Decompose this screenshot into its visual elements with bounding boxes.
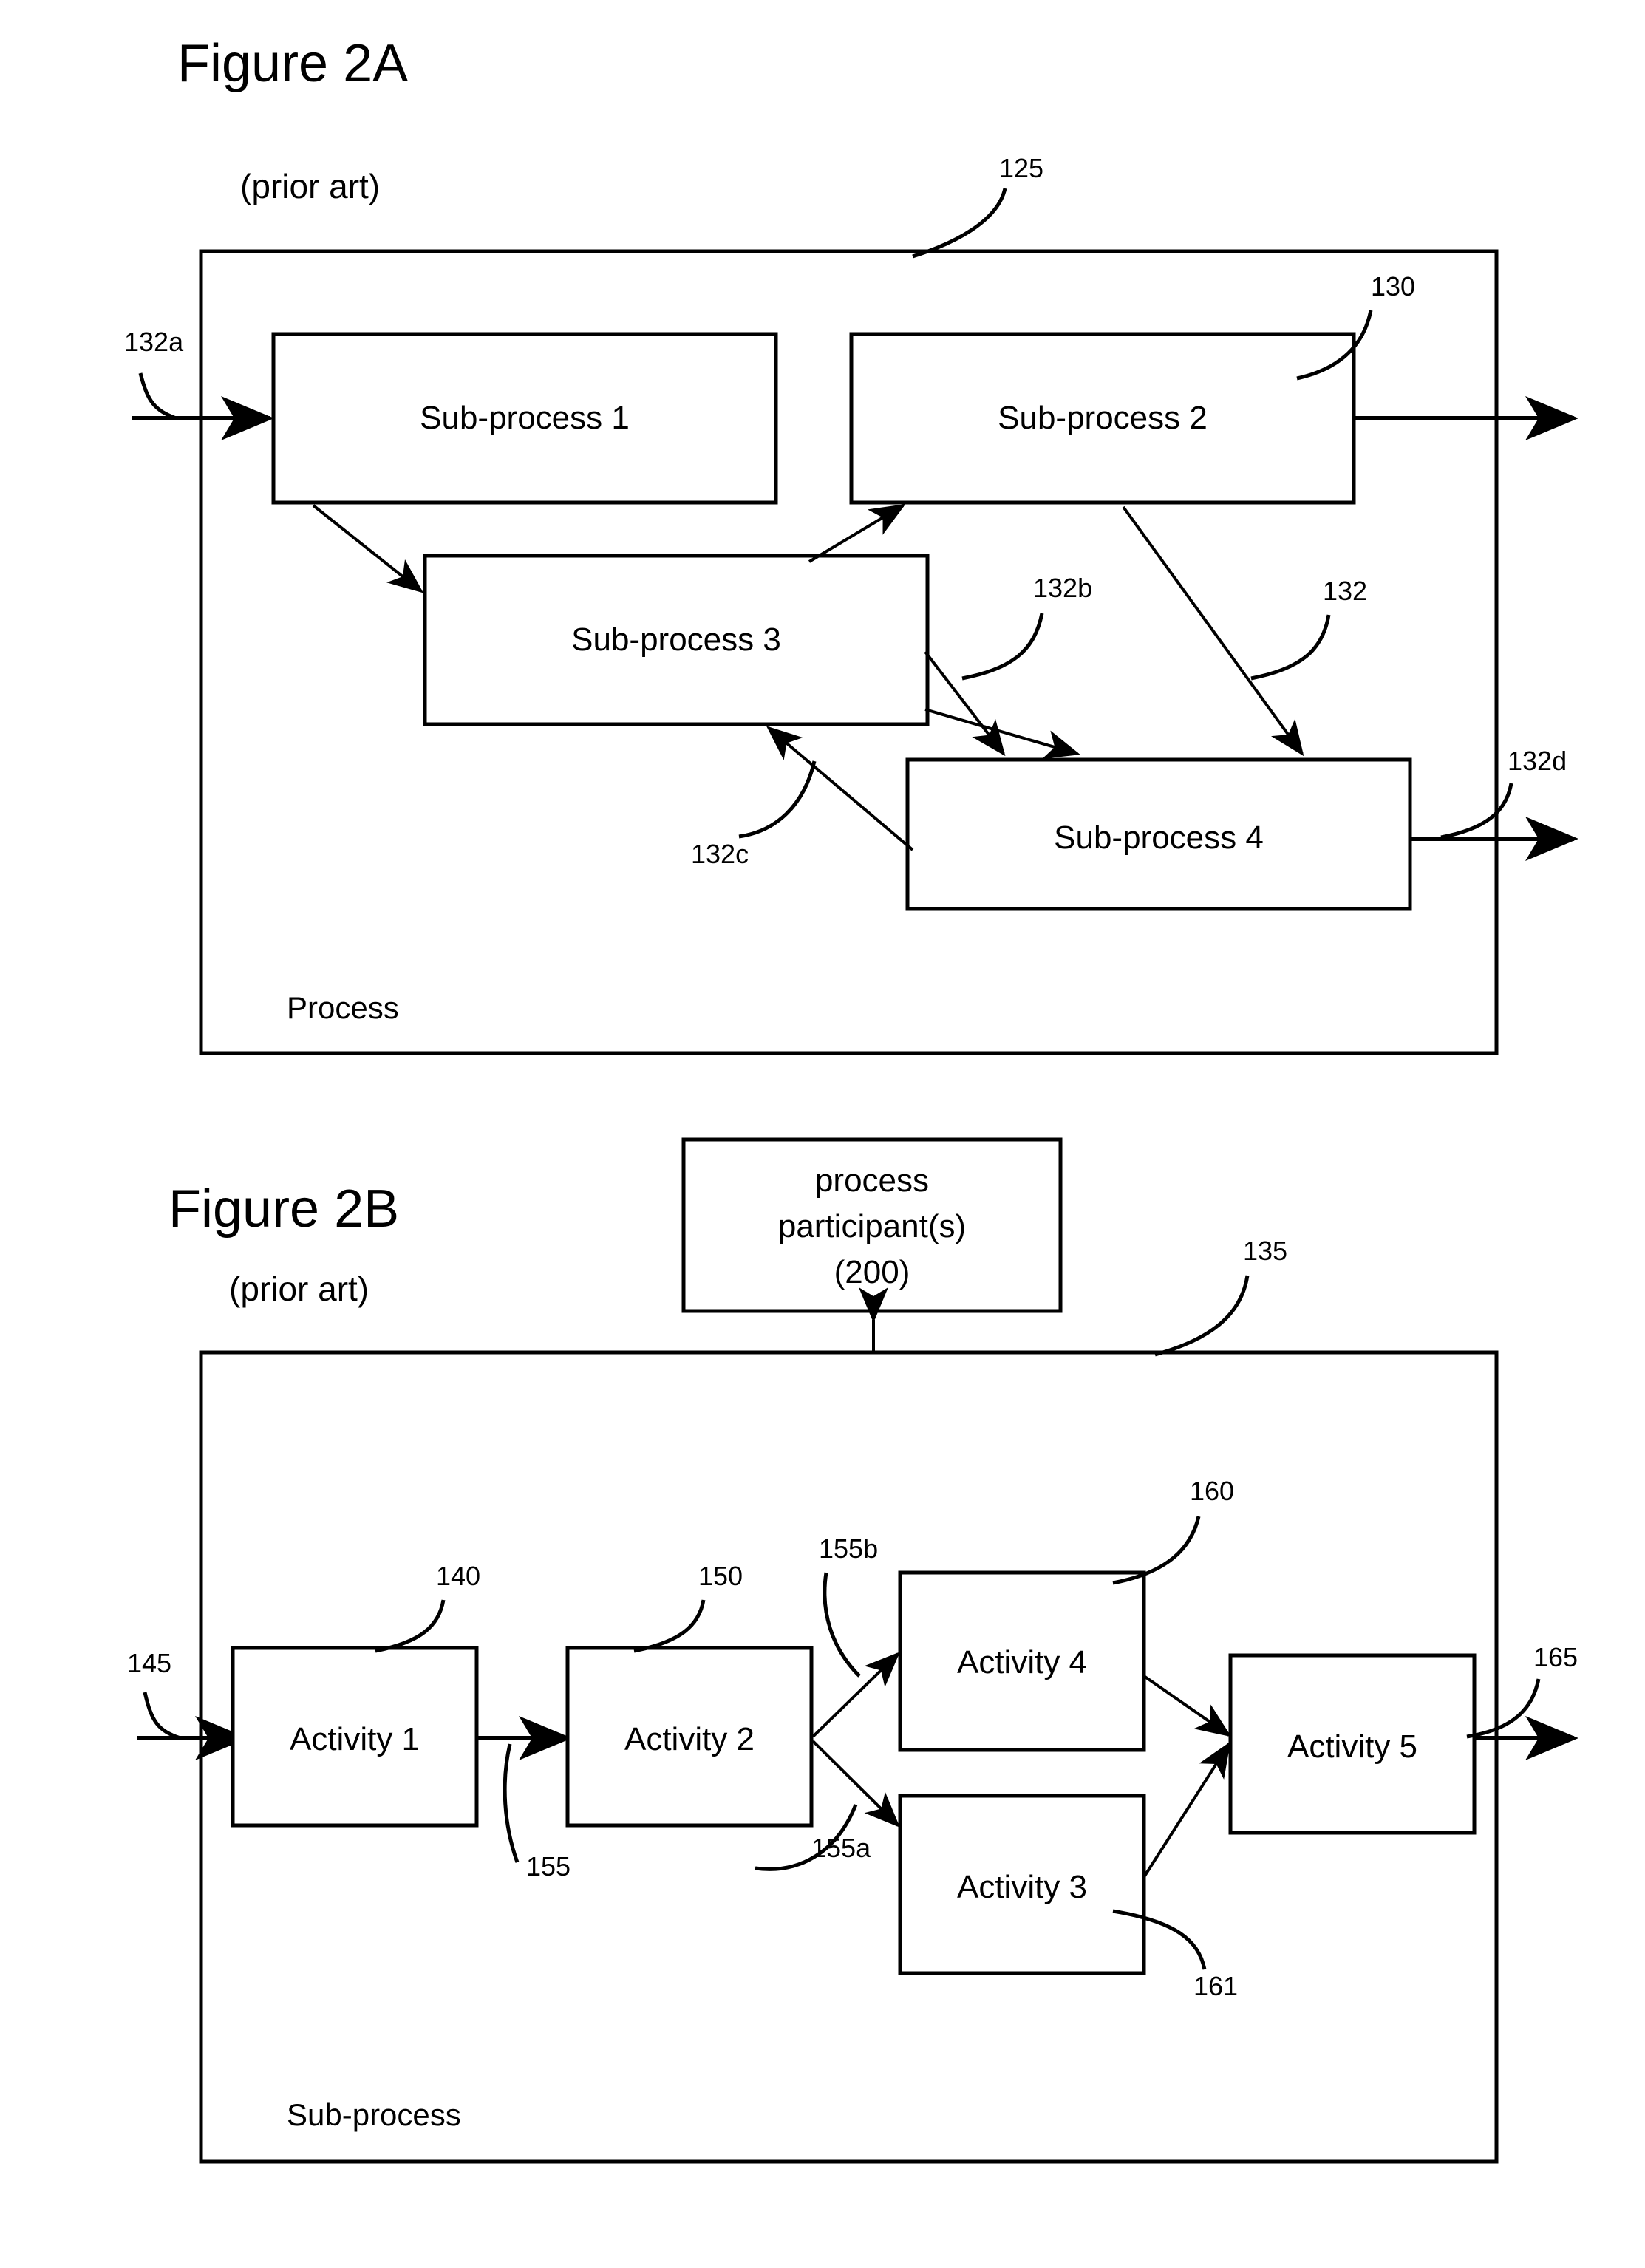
- activity-4-label: Activity 4: [957, 1644, 1087, 1680]
- ref-165-label: 165: [1533, 1642, 1578, 1672]
- ref-145-leader: [143, 1692, 181, 1740]
- ref-132-label: 132: [1323, 576, 1367, 606]
- participants-line-2: participant(s): [778, 1208, 966, 1244]
- figure-2b-group: Figure 2B (prior art) process participan…: [127, 1137, 1578, 2164]
- ref-145-label: 145: [127, 1648, 171, 1678]
- figure-2b-subtitle: (prior art): [229, 1270, 369, 1308]
- ref-161-label: 161: [1193, 1971, 1238, 2001]
- figure-2a-subtitle: (prior art): [240, 167, 380, 205]
- ref-132b-label: 132b: [1033, 573, 1092, 603]
- ref-132c-label: 132c: [691, 839, 749, 869]
- activity-5-label: Activity 5: [1287, 1729, 1417, 1765]
- ref-155-label: 155: [526, 1851, 571, 1882]
- activity-2-label: Activity 2: [624, 1721, 755, 1757]
- figure-2a-title: Figure 2A: [177, 34, 408, 93]
- sub-process-container-label: Sub-process: [287, 2097, 461, 2132]
- activity-3-label: Activity 3: [957, 1869, 1087, 1905]
- ref-130-label: 130: [1371, 271, 1415, 302]
- ref-132d-label: 132d: [1508, 746, 1567, 776]
- process-container-label: Process: [287, 990, 399, 1025]
- sub-process-4-label: Sub-process 4: [1054, 820, 1264, 856]
- ref-135-label: 135: [1243, 1236, 1287, 1266]
- ref-160-label: 160: [1190, 1476, 1234, 1506]
- participants-line-1: process: [815, 1162, 929, 1199]
- ref-125-leader: [912, 188, 1007, 259]
- ref-150-label: 150: [698, 1561, 743, 1591]
- patent-figure-sheet: Figure 2A (prior art) 125 132a Sub-proce…: [0, 0, 1645, 2268]
- ref-125-label: 125: [999, 153, 1043, 183]
- ref-132a-label: 132a: [124, 327, 184, 357]
- ref-155b-label: 155b: [819, 1533, 878, 1564]
- ref-140-label: 140: [436, 1561, 480, 1591]
- ref-132a-leader: [138, 372, 177, 420]
- activity-1-label: Activity 1: [290, 1721, 420, 1757]
- ref-135-leader: [1154, 1275, 1250, 1357]
- figure-2b-title: Figure 2B: [168, 1179, 399, 1239]
- sub-process-3-label: Sub-process 3: [571, 622, 781, 658]
- sub-process-2-label: Sub-process 2: [998, 400, 1208, 436]
- figure-2a-group: Figure 2A (prior art) 125 132a Sub-proce…: [124, 34, 1578, 1055]
- ref-155a-label: 155a: [811, 1833, 871, 1863]
- sub-process-1-label: Sub-process 1: [420, 400, 630, 436]
- participants-line-3: (200): [834, 1254, 910, 1290]
